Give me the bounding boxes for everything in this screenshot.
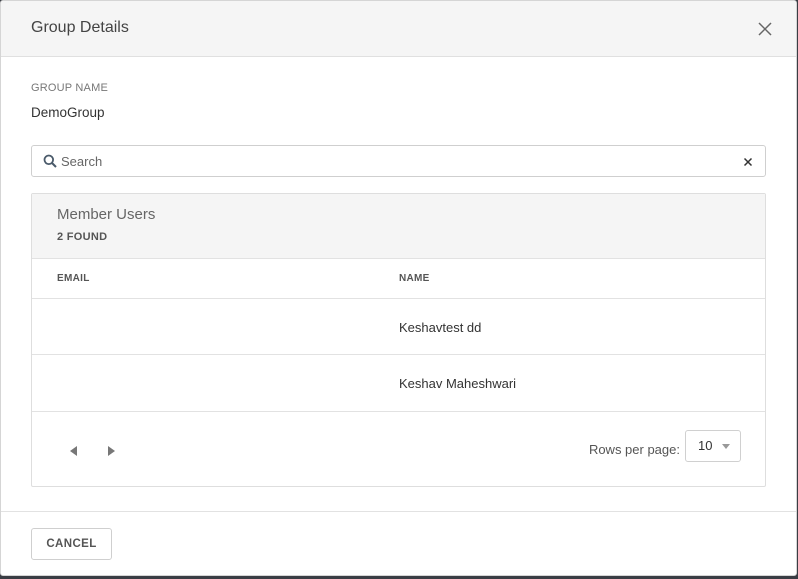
footer-divider bbox=[1, 511, 796, 512]
chevron-left-icon bbox=[70, 446, 77, 456]
group-name-value: DemoGroup bbox=[31, 105, 105, 120]
caret-down-icon bbox=[722, 444, 730, 449]
column-header-name[interactable]: NAME bbox=[399, 273, 430, 284]
previous-page-button[interactable] bbox=[69, 444, 79, 456]
search-box bbox=[31, 145, 766, 177]
member-name: Keshav Maheshwari bbox=[399, 376, 517, 391]
clear-search-button[interactable] bbox=[742, 155, 754, 167]
chevron-right-icon bbox=[108, 446, 115, 456]
rows-per-page-select[interactable]: 10 bbox=[685, 430, 741, 462]
row-divider bbox=[32, 354, 765, 355]
panel-title: Member Users bbox=[57, 206, 156, 223]
group-name-label: GROUP NAME bbox=[31, 82, 108, 94]
next-page-button[interactable] bbox=[106, 444, 116, 456]
close-button[interactable] bbox=[756, 20, 774, 38]
column-header-email[interactable]: EMAIL bbox=[57, 273, 90, 284]
member-name: Keshavtest dd bbox=[399, 320, 482, 335]
group-details-dialog: Group Details GROUP NAME DemoGroup Membe… bbox=[0, 0, 797, 576]
search-input[interactable] bbox=[61, 147, 731, 175]
dialog-title: Group Details bbox=[31, 19, 129, 36]
clear-icon bbox=[743, 157, 753, 167]
rows-per-page-value: 10 bbox=[698, 438, 713, 453]
close-icon bbox=[758, 22, 772, 36]
rows-per-page-label: Rows per page: bbox=[588, 442, 680, 457]
dialog-header: Group Details bbox=[1, 1, 796, 57]
search-icon bbox=[43, 154, 57, 168]
member-users-panel: Member Users 2 FOUND EMAIL NAME Keshavte… bbox=[31, 193, 766, 487]
cancel-button[interactable]: CANCEL bbox=[31, 528, 112, 560]
row-divider bbox=[32, 411, 765, 412]
header-divider bbox=[32, 298, 765, 299]
member-count: 2 FOUND bbox=[57, 231, 108, 243]
panel-header: Member Users 2 FOUND bbox=[32, 194, 765, 259]
